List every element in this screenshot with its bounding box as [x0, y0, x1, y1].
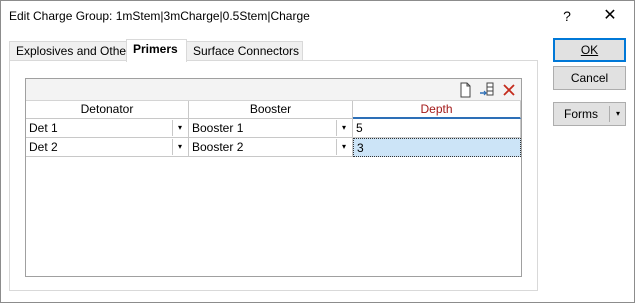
detonator-cell[interactable]: Det 2 ▾	[26, 138, 189, 157]
tab-label: Surface Connectors	[193, 44, 300, 58]
dropdown-arrow-icon[interactable]: ▾	[336, 139, 351, 155]
close-button[interactable]: ✕	[587, 1, 633, 31]
title-bar: Edit Charge Group: 1mStem|3mCharge|0.5St…	[1, 1, 634, 31]
primers-panel: Detonator Booster Depth Det 1 ▾ Booster …	[9, 60, 538, 291]
column-header-depth[interactable]: Depth	[353, 101, 521, 119]
forms-split-button[interactable]: Forms ▾	[553, 102, 626, 126]
forms-label: Forms	[564, 107, 598, 121]
cell-value: Booster 2	[192, 140, 244, 154]
table-row: Det 1 ▾ Booster 1 ▾ 5	[26, 119, 521, 138]
edit-charge-group-dialog: Edit Charge Group: 1mStem|3mCharge|0.5St…	[0, 0, 635, 303]
table-row: Det 2 ▾ Booster 2 ▾ 3	[26, 138, 521, 157]
split-divider	[609, 106, 610, 122]
tab-primers[interactable]: Primers	[126, 39, 187, 62]
insert-row-icon[interactable]	[478, 81, 496, 99]
chevron-down-icon[interactable]: ▾	[612, 103, 624, 125]
ok-label: OK	[580, 43, 599, 57]
detonator-cell[interactable]: Det 1 ▾	[26, 119, 189, 138]
depth-cell[interactable]: 5	[353, 119, 521, 138]
cancel-button[interactable]: Cancel	[553, 66, 626, 90]
help-button[interactable]: ?	[544, 1, 590, 31]
window-title: Edit Charge Group: 1mStem|3mCharge|0.5St…	[9, 9, 310, 23]
ok-button[interactable]: OK	[553, 38, 626, 62]
dropdown-arrow-icon[interactable]: ▾	[336, 120, 351, 136]
cell-value: Booster 1	[192, 121, 244, 135]
cancel-label: Cancel	[570, 71, 609, 85]
primers-grid: Detonator Booster Depth Det 1 ▾ Booster …	[25, 78, 522, 277]
help-icon: ?	[563, 8, 571, 24]
grid-toolbar	[26, 79, 521, 101]
tab-surface-connectors[interactable]: Surface Connectors	[186, 41, 303, 61]
new-document-icon[interactable]	[456, 81, 474, 99]
depth-cell-selected[interactable]: 3	[353, 138, 521, 157]
grid-header: Detonator Booster Depth	[26, 101, 521, 119]
tab-label: Explosives and Others	[16, 44, 137, 58]
tab-label: Primers	[133, 42, 178, 56]
tab-explosives-and-others[interactable]: Explosives and Others	[9, 41, 136, 61]
booster-cell[interactable]: Booster 2 ▾	[189, 138, 353, 157]
cell-value: Det 2	[29, 140, 58, 154]
booster-cell[interactable]: Booster 1 ▾	[189, 119, 353, 138]
close-icon: ✕	[603, 7, 617, 24]
cell-value: Det 1	[29, 121, 58, 135]
delete-icon[interactable]	[500, 81, 518, 99]
column-header-detonator[interactable]: Detonator	[26, 101, 189, 119]
column-header-booster[interactable]: Booster	[189, 101, 353, 119]
dropdown-arrow-icon[interactable]: ▾	[172, 139, 187, 155]
dropdown-arrow-icon[interactable]: ▾	[172, 120, 187, 136]
